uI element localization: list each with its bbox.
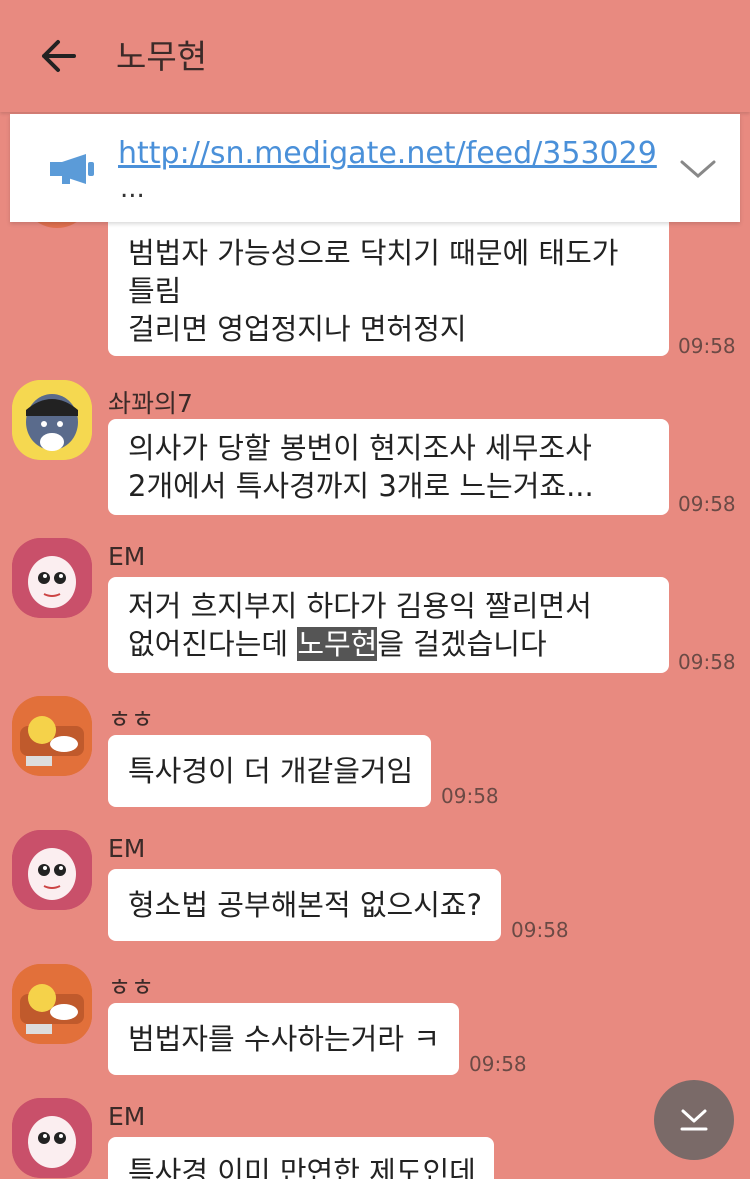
avatar[interactable]	[12, 964, 92, 1044]
message-time: 09:58	[678, 334, 736, 358]
chat-room-title: 노무현	[116, 37, 208, 76]
sender-name: EM	[108, 542, 146, 571]
message-text: 2개에서 특사경까지 3개로 느는거죠...	[128, 469, 594, 503]
avatar[interactable]	[12, 1098, 92, 1178]
message-text: 없어진다는데 노무현을 걸겠습니다	[128, 625, 649, 663]
avatar-character-icon	[12, 380, 92, 460]
message-text-part: 을 걸겠습니다	[377, 627, 547, 661]
message-time: 09:58	[678, 492, 736, 516]
avatar[interactable]	[12, 538, 92, 618]
scroll-to-bottom-button[interactable]	[654, 1080, 734, 1160]
sender-name: ㅎㅎ	[108, 705, 155, 734]
message-time: 09:58	[469, 1052, 527, 1076]
sender-name: 솨꽈의7	[108, 389, 193, 418]
message-text: 범법자를 수사하는거라 ㅋ	[128, 1022, 440, 1056]
message-bubble[interactable]: 저거 흐지부지 하다가 김용익 짤리면서 없어진다는데 노무현을 걸겠습니다	[108, 577, 669, 673]
message-text: 특사경이 더 개같을거임	[128, 754, 414, 788]
notice-banner[interactable]: http://sn.medigate.net/feed/353029 ...	[10, 114, 740, 222]
avatar[interactable]	[12, 830, 92, 910]
message-bubble[interactable]: 특사경 이미 만연한 제도인데	[108, 1137, 494, 1179]
message-bubble[interactable]: 형소법 공부해본적 없으시죠?	[108, 869, 501, 941]
arrow-left-icon	[42, 40, 76, 72]
message-text: 의사가 당할 봉변이 현지조사 세무조사	[128, 431, 592, 465]
avatar[interactable]	[12, 380, 92, 460]
avatar-character-icon	[12, 538, 92, 618]
avatar-character-icon	[12, 1098, 92, 1178]
chevron-down-icon[interactable]	[676, 154, 720, 184]
avatar-character-icon	[12, 696, 92, 776]
message-text: 형소법 공부해본적 없으시죠?	[128, 888, 482, 922]
sender-name: ㅎㅎ	[108, 973, 155, 1002]
message-text: 걸리면 영업정지나 면허정지	[128, 312, 467, 346]
message-text: 특사경 이미 만연한 제도인데	[128, 1155, 476, 1179]
message-text: 틀림	[128, 274, 182, 308]
notice-more-text: ...	[120, 174, 145, 204]
highlighted-search-term: 노무현	[297, 627, 378, 661]
scroll-to-bottom-icon	[680, 1109, 708, 1131]
message-text: 저거 흐지부지 하다가 김용익 짤리면서	[128, 589, 592, 623]
sender-name: EM	[108, 834, 146, 863]
message-time: 09:58	[441, 784, 499, 808]
message-time: 09:58	[678, 650, 736, 674]
message-text-part: 없어진다는데	[128, 627, 298, 661]
avatar-character-icon	[12, 964, 92, 1044]
megaphone-icon	[50, 154, 94, 184]
chat-header: 노무현	[0, 0, 750, 112]
back-button[interactable]	[36, 36, 80, 76]
message-bubble[interactable]: 범법자를 수사하는거라 ㅋ	[108, 1003, 459, 1075]
avatar-character-icon	[12, 830, 92, 910]
message-text: 범법자 가능성으로 닥치기 때문에 태도가	[128, 236, 619, 270]
message-bubble[interactable]: 의사가 당할 봉변이 현지조사 세무조사 2개에서 특사경까지 3개로 느는거죠…	[108, 419, 669, 515]
message-time: 09:58	[511, 918, 569, 942]
notice-link[interactable]: http://sn.medigate.net/feed/353029	[118, 136, 657, 171]
sender-name: EM	[108, 1102, 146, 1131]
avatar[interactable]	[12, 696, 92, 776]
message-bubble[interactable]: 특사경이 더 개같을거임	[108, 735, 431, 807]
